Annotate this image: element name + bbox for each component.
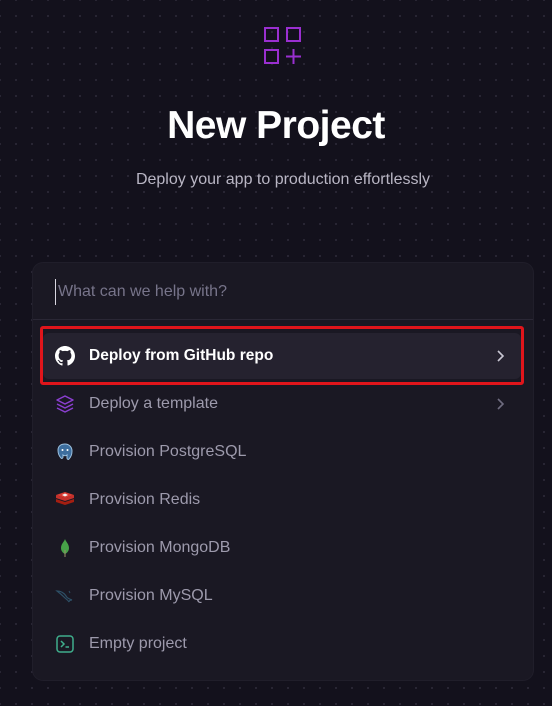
option-label: Deploy from GitHub repo (89, 347, 274, 364)
search-input[interactable] (55, 279, 508, 305)
option-provision-redis[interactable]: Provision Redis (43, 477, 521, 523)
option-provision-postgresql[interactable]: Provision PostgreSQL (43, 429, 521, 475)
option-deploy-github[interactable]: Deploy from GitHub repo (43, 333, 521, 379)
layers-icon (56, 395, 74, 413)
option-label: Provision Redis (89, 491, 201, 508)
option-label: Deploy a template (89, 395, 218, 412)
github-icon (55, 346, 75, 366)
option-label: Provision PostgreSQL (89, 443, 247, 460)
option-provision-mysql[interactable]: Provision MySQL (43, 573, 521, 619)
new-project-panel: Deploy from GitHub repo Deploy a templat… (33, 263, 533, 680)
mysql-icon (55, 590, 73, 603)
search-bar (33, 263, 533, 320)
chevron-right-icon (497, 350, 505, 362)
option-provision-mongodb[interactable]: Provision MongoDB (43, 525, 521, 571)
page-subtitle: Deploy your app to production effortless… (135, 171, 431, 188)
mongodb-icon (61, 539, 69, 557)
option-label: Provision MySQL (89, 587, 213, 604)
option-empty-project[interactable]: Empty project (43, 621, 521, 667)
option-label: Empty project (89, 635, 187, 652)
option-label: Provision MongoDB (89, 539, 231, 556)
terminal-icon (56, 635, 74, 653)
postgresql-icon (57, 443, 73, 460)
redis-icon (56, 492, 74, 505)
option-deploy-template[interactable]: Deploy a template (43, 381, 521, 427)
chevron-right-icon (497, 398, 505, 410)
page-title: New Project (167, 104, 385, 147)
grid-plus-icon (264, 27, 301, 64)
